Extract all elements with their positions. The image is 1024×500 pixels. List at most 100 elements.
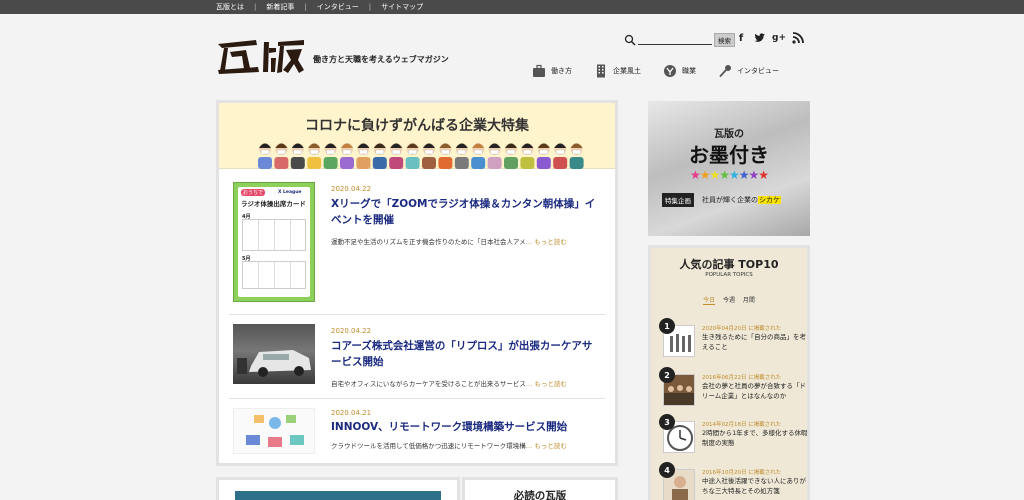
article-excerpt-text: 自宅やオフィスにいながらカーケアを受けることが出来るサービス [331,380,526,388]
person-figure [405,143,420,169]
read-more-link[interactable]: … もっと読む [526,380,567,388]
popular-articles-panel: 人気の記事 TOP10 POPULAR TOPICS 今日 今週 月間 1 20… [648,245,810,500]
category-interview[interactable]: インタビュー [718,64,779,78]
article-excerpt: クラウドツールを活用して低価格かつ迅速にリモートワーク環境構… もっと読む [331,440,606,450]
popular-text: 生き残るために「自分の商品」を考えること [702,333,806,351]
search-input[interactable] [638,35,712,45]
category-profession[interactable]: 職業 [663,64,696,78]
article-item[interactable]: 2020.04.22 コアーズ株式会社運営の「リプロス」が出張カーケアサービス開… [229,315,605,399]
tab-month[interactable]: 月間 [743,297,755,304]
star-icon: ★ [738,168,750,182]
article-thumbnail[interactable] [233,408,315,454]
article-thumbnail[interactable]: おうちで X League ラジオ体操出席カード 4月 5月 [233,182,315,302]
search-button[interactable]: 検索 [714,33,735,47]
site-logo[interactable]: 瓦版 [216,36,306,76]
person-figure [323,143,338,169]
article-excerpt-text: クラウドツールを活用して低価格かつ迅速にリモートワーク環境構 [331,442,526,450]
article-excerpt: 自宅やオフィスにいながらカーケアを受けることが出来るサービス… もっと読む [331,378,606,388]
tab-week[interactable]: 今週 [723,297,735,304]
bottom-feature-image[interactable] [235,491,441,500]
article-thumbnail[interactable] [233,324,315,384]
search-box: 検索 [624,33,735,47]
feature-banner[interactable]: コロナに負けずがんばる企業大特集 [219,103,615,169]
article-title[interactable]: INNOOV、リモートワーク環境構築サービス開始 [331,419,601,435]
feature-panel: コロナに負けずがんばる企業大特集 おうちで X League ラジオ体操出席カー… [216,100,618,466]
category-culture[interactable]: 企業風土 [594,64,641,78]
person-figure [520,143,535,169]
popular-item[interactable]: 3 2014年02月18日 に掲載された 2時間から1年まで、多様化する休暇制度… [659,414,809,456]
popular-text: 中途入社後活躍できない人にありがちな三大特長とその処方箋 [702,477,806,495]
feature-sub-text: 社員が輝く企業の [702,196,758,204]
article-excerpt: 運動不足や生活のリズムを正す機会作りのために「日本社会人アメ… もっと読む [331,236,606,246]
article-item[interactable]: 2020.04.21 INNOOV、リモートワーク環境構築サービス開始 クラウド… [229,399,605,463]
rank-badge: 4 [659,462,675,478]
article-title[interactable]: コアーズ株式会社運営の「リプロス」が出張カーケアサービス開始 [331,338,601,370]
top-nav-new-articles[interactable]: 新着記事 [266,2,294,12]
popular-text: 2時間から1年まで、多様化する休暇制度の実態 [702,429,808,447]
person-figure [536,143,551,169]
popular-date: 2014年02月18日 に掲載された [702,422,782,428]
person-figure [372,143,387,169]
article-item[interactable]: おうちで X League ラジオ体操出席カード 4月 5月 2020.04.2… [229,173,605,315]
popular-tabs: 今日 今週 月間 [651,295,807,305]
popular-item[interactable]: 2 2016年06月22日 に掲載された 会社の夢と社員の夢が合致する「ドリーム… [659,367,809,409]
feature-banner-line1: 瓦版の [714,129,744,140]
top-nav-about[interactable]: 瓦版とは [216,2,244,12]
facebook-icon[interactable]: f [735,32,747,44]
tab-today[interactable]: 今日 [703,297,716,305]
person-figure [471,143,486,169]
feature-banner-line2: お墨付き [689,143,769,167]
read-more-link[interactable]: … もっと読む [526,442,567,450]
crowd-illustration [258,143,584,169]
popular-item[interactable]: 4 2016年10月20日 に掲載された 中途入社後活躍できない人にありがちな三… [659,462,809,500]
profession-icon [664,65,676,77]
top-nav-interview[interactable]: インタビュー [317,2,359,12]
feature-banner-title: コロナに負けずがんばる企業大特集 [305,118,529,134]
thumb-card-title: ラジオ体操出席カード [241,200,306,208]
social-links: f g+ [735,32,804,44]
popular-date: 2016年06月22日 に掲載された [702,375,782,381]
star-icon: ★ [758,168,769,182]
popular-title: 人気の記事 TOP10 [679,258,779,271]
category-label: 職業 [682,67,696,75]
category-label: 企業風土 [613,67,641,75]
google-plus-icon[interactable]: g+ [772,32,786,44]
rank-badge: 1 [659,318,675,334]
thumb-logo: X League [278,190,302,195]
twitter-icon[interactable] [754,32,766,44]
popular-item[interactable]: 1 2020年04月20日 に掲載された 生き残るために「自分の商品」を考えるこ… [659,318,809,360]
thumb-label: おうちで [241,189,266,196]
rank-badge: 2 [659,367,675,383]
person-figure [389,143,404,169]
sidebar-feature-banner[interactable]: 瓦版の お墨付き ★★★★★★★★ 特集企画 社員が輝く企業のシカケ [648,101,810,236]
bottom-feature-panel [216,477,460,500]
rainbow-stars: ★★★★★★★★ [648,168,810,182]
person-figure [356,143,371,169]
person-figure [274,143,289,169]
person-figure [290,143,305,169]
article-title[interactable]: Xリーグで「ZOOMでラジオ体操＆カンタン朝体操」イベントを開催 [331,196,601,228]
popular-subtitle: POPULAR TOPICS [705,272,753,278]
article-excerpt-text: 運動不足や生活のリズムを正す機会作りのために「日本社会人アメ [331,238,526,246]
logo-text: 瓦版 [216,36,218,37]
category-workstyle[interactable]: 働き方 [532,64,572,78]
star-icon: ★ [719,168,730,182]
popular-date: 2020年04月20日 に掲載された [702,326,782,332]
search-icon [624,34,636,46]
bag-icon [533,64,545,77]
popular-date: 2016年10月20日 に掲載された [702,470,782,476]
star-icon: ★ [699,168,711,182]
read-more-link[interactable]: … もっと読む [526,238,567,246]
star-icon: ★ [748,168,760,182]
star-icon: ★ [729,168,740,182]
top-nav-sitemap[interactable]: サイトマップ [381,2,423,12]
feature-badge: 特集企画 [662,193,694,207]
person-figure [258,143,272,169]
microphone-icon [719,65,731,78]
rss-icon[interactable] [792,32,804,44]
building-icon [597,64,605,78]
person-figure [487,143,502,169]
site-header: 瓦版 働き方と天職を考えるウェブマガジン 検索 f g+ 働き方 企業風土 職業… [0,14,1024,100]
thumb-grid [242,219,306,251]
must-read-panel: 必読の瓦版 [462,477,618,500]
